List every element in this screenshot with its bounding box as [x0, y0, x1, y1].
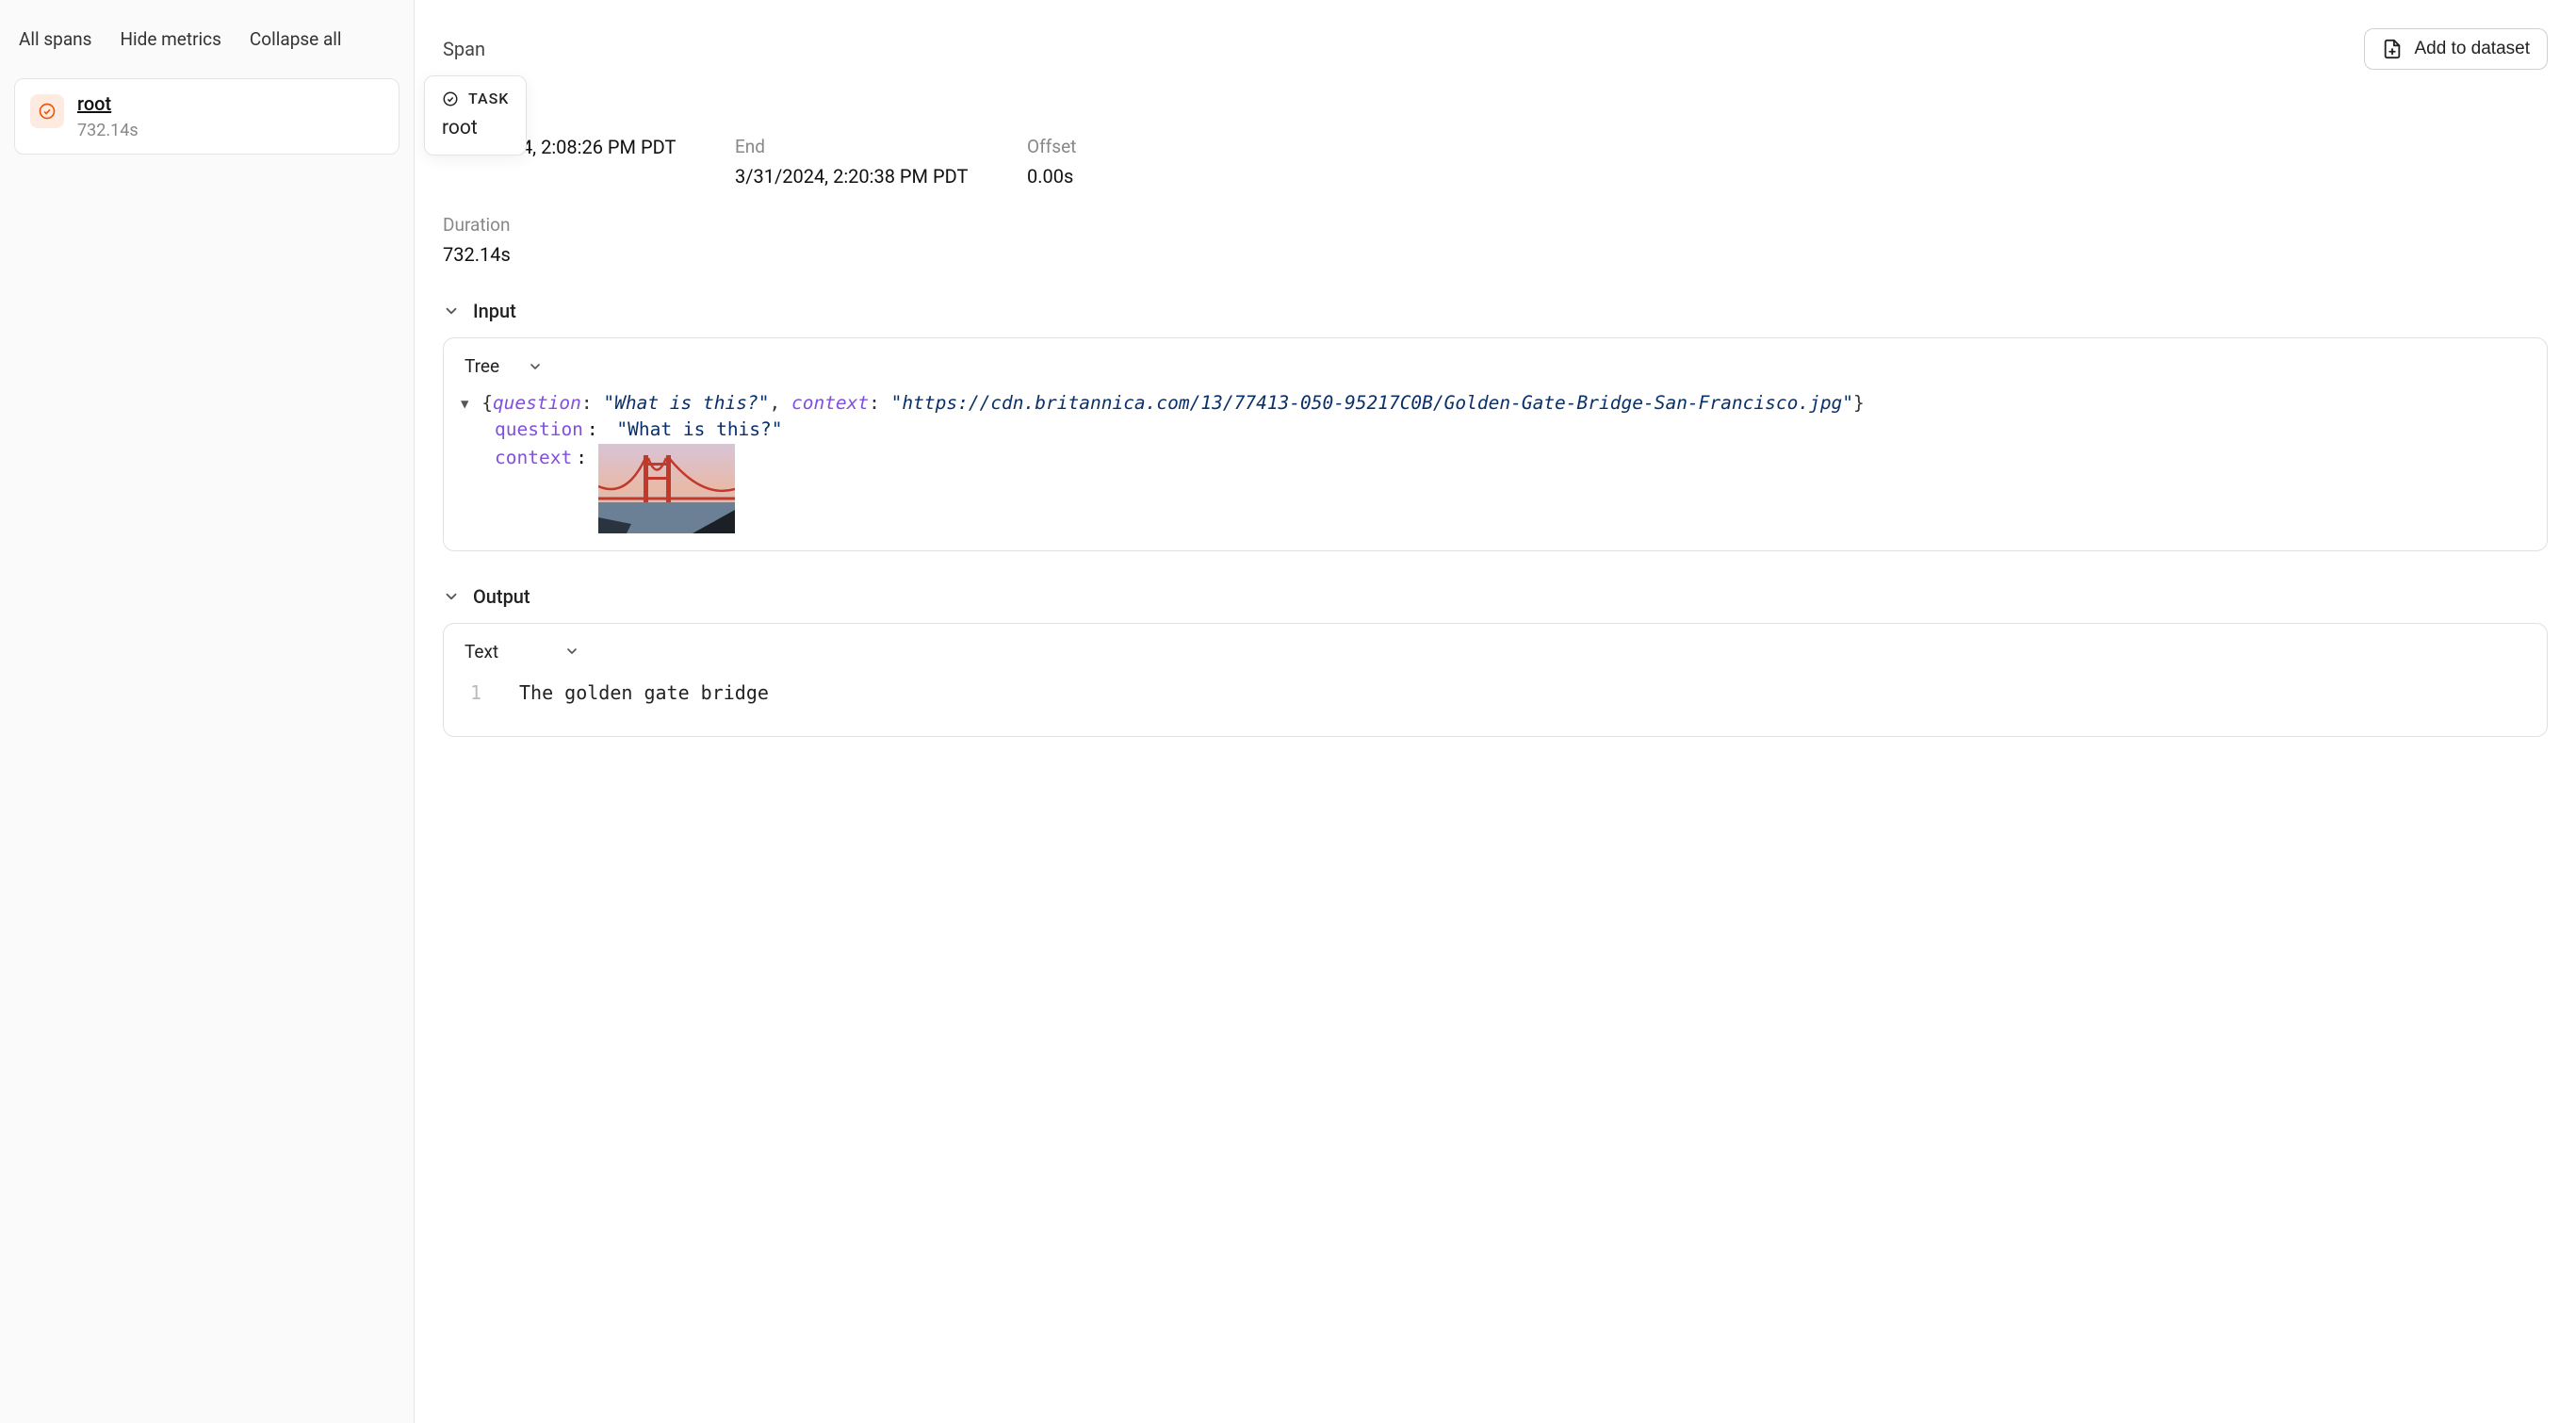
output-view-select[interactable]: Text	[461, 641, 2530, 662]
span-item-duration: 732.14s	[77, 121, 383, 140]
context-image-thumbnail[interactable]	[598, 444, 735, 533]
sidebar: All spans Hide metrics Collapse all root…	[0, 0, 415, 1423]
task-icon	[30, 94, 64, 128]
chevron-down-icon	[443, 588, 460, 605]
input-tree-question-row: question: "What is this?"	[461, 416, 2530, 443]
add-to-dataset-label: Add to dataset	[2414, 39, 2530, 59]
hide-metrics-toggle[interactable]: Hide metrics	[120, 28, 220, 50]
offset-label: Offset	[1027, 136, 1215, 157]
input-tree-context-row: context:	[461, 444, 2530, 533]
output-text-row: 1 The golden gate bridge	[461, 676, 2530, 719]
page-title: Span	[443, 38, 485, 60]
input-section-title: Input	[473, 300, 516, 322]
input-section-header[interactable]: Input	[443, 300, 2548, 322]
collapse-all-toggle[interactable]: Collapse all	[250, 28, 342, 50]
input-panel: Tree ▼ {question: "What is this?", conte…	[443, 337, 2548, 551]
span-badge-tooltip: TASK root	[424, 75, 527, 155]
span-list-item[interactable]: root 732.14s	[14, 78, 399, 155]
output-view-mode-label: Text	[465, 641, 498, 662]
badge-name: root	[442, 117, 509, 139]
check-circle-icon	[442, 90, 459, 107]
output-line-number: 1	[463, 681, 481, 704]
main-panel: Span Add to dataset TASK root 3/31/2024,…	[415, 0, 2576, 1423]
badge-type: TASK	[468, 90, 509, 107]
duration-value: 732.14s	[443, 243, 2548, 266]
end-value: 3/31/2024, 2:20:38 PM PDT	[735, 165, 1018, 188]
chevron-down-icon	[443, 303, 460, 319]
meta-grid: 3/31/2024, 2:08:26 PM PDT End 3/31/2024,…	[443, 136, 2548, 188]
chevron-down-icon	[528, 359, 543, 374]
add-file-icon	[2382, 39, 2403, 59]
output-panel: Text 1 The golden gate bridge	[443, 623, 2548, 737]
offset-value: 0.00s	[1027, 165, 1215, 188]
input-view-mode-label: Tree	[465, 355, 499, 377]
span-item-title: root	[77, 92, 383, 115]
output-section-header[interactable]: Output	[443, 585, 2548, 608]
output-section-title: Output	[473, 585, 530, 608]
input-view-select[interactable]: Tree	[461, 355, 2530, 377]
input-json-preview[interactable]: ▼ {question: "What is this?", context: "…	[461, 390, 2530, 416]
sidebar-toolbar: All spans Hide metrics Collapse all	[0, 0, 414, 78]
output-text: The golden gate bridge	[519, 681, 769, 704]
chevron-down-icon	[564, 644, 579, 659]
add-to-dataset-button[interactable]: Add to dataset	[2364, 28, 2548, 70]
all-spans-toggle[interactable]: All spans	[19, 28, 91, 50]
end-label: End	[735, 136, 1018, 157]
duration-label: Duration	[443, 214, 2548, 236]
